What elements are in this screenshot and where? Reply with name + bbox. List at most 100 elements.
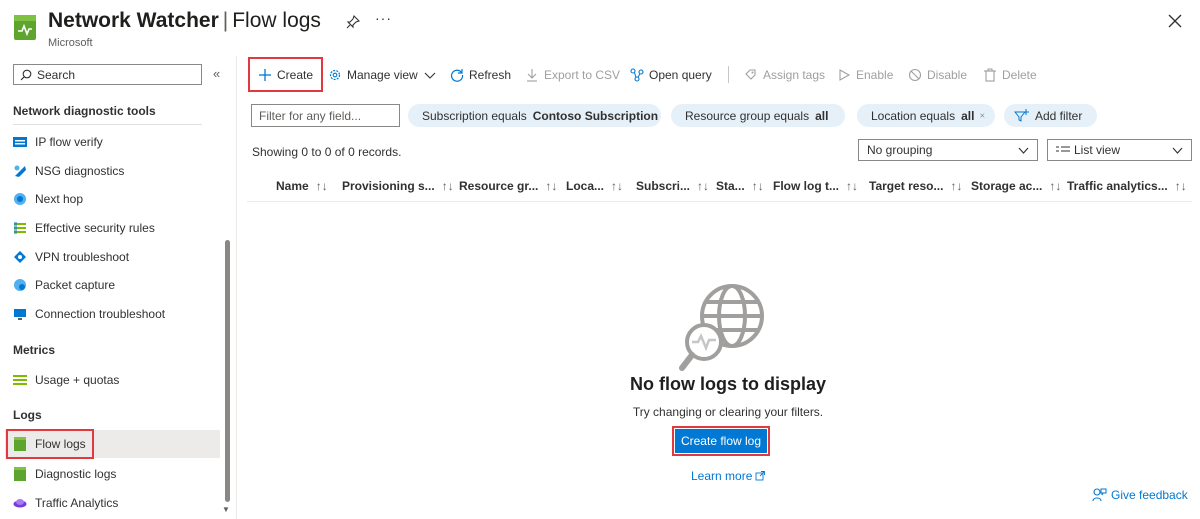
pane-divider: [236, 56, 237, 519]
refresh-icon: [450, 69, 464, 82]
chevron-down-icon: [1172, 147, 1183, 154]
remove-filter-icon[interactable]: [834, 110, 835, 121]
page-name: Flow logs: [232, 9, 321, 32]
sidebar-scrollbar[interactable]: [225, 240, 230, 502]
disable-button[interactable]: Disable: [908, 64, 967, 86]
column-location[interactable]: Loca... ↑↓: [566, 179, 623, 193]
sidebar-item-label: Effective security rules: [35, 221, 155, 235]
subscription-filter-pill[interactable]: Subscription equals Contoso Subscription: [408, 104, 661, 127]
column-label: Target reso...: [869, 179, 944, 193]
column-traffic-analytics[interactable]: Traffic analytics... ↑↓: [1067, 179, 1187, 193]
highlight-box: [672, 426, 770, 456]
view-selector: List view: [1056, 143, 1120, 157]
list-view-icon: [1056, 146, 1070, 152]
sort-icon: ↑↓: [441, 179, 454, 193]
sidebar-item-label: Diagnostic logs: [35, 467, 117, 481]
security-rules-icon: [12, 220, 28, 236]
add-filter-label: Add filter: [1035, 108, 1083, 123]
column-status[interactable]: Sta... ↑↓: [716, 179, 764, 193]
tag-icon: [745, 69, 756, 80]
refresh-button[interactable]: Refresh: [450, 64, 511, 86]
sidebar-item-vpn-troubleshoot[interactable]: VPN troubleshoot: [5, 243, 220, 271]
sort-icon: ↑↓: [846, 179, 858, 193]
sort-icon: ↑↓: [697, 179, 710, 193]
grouping-value: No grouping: [867, 143, 933, 157]
sidebar-search-input[interactable]: Search: [13, 64, 202, 85]
filter-value: all: [961, 108, 975, 123]
sort-icon: ↑↓: [545, 179, 558, 193]
sidebar-item-nsg-diagnostics[interactable]: NSG diagnostics: [5, 157, 220, 185]
sidebar-item-label: IP flow verify: [35, 135, 103, 149]
column-label: Traffic analytics...: [1067, 179, 1168, 193]
nsg-icon: [12, 163, 28, 179]
filter-value: Contoso Subscription: [532, 108, 659, 123]
title-separator: |: [222, 9, 229, 32]
add-filter-button[interactable]: Add filter: [1004, 104, 1097, 127]
column-label: Storage ac...: [971, 179, 1043, 193]
traffic-analytics-icon: [12, 495, 28, 511]
open-query-button[interactable]: Open query: [630, 64, 712, 86]
sort-icon: ↑↓: [611, 179, 624, 193]
records-count: Showing 0 to 0 of 0 records.: [252, 145, 402, 159]
sidebar-item-label: NSG diagnostics: [35, 164, 125, 178]
column-label: Resource gr...: [459, 179, 539, 193]
open-query-label: Open query: [649, 68, 712, 82]
give-feedback-link[interactable]: Give feedback: [1092, 488, 1188, 502]
sidebar-item-label: VPN troubleshoot: [35, 250, 130, 264]
location-filter-pill[interactable]: Location equals all: [857, 104, 995, 127]
more-options-icon[interactable]: ···: [375, 10, 392, 26]
remove-filter-icon[interactable]: [980, 110, 985, 121]
column-label: Flow log t...: [773, 179, 839, 193]
export-csv-label: Export to CSV: [544, 68, 621, 82]
sidebar-item-traffic-analytics[interactable]: Traffic Analytics: [5, 489, 220, 517]
play-icon: [839, 69, 851, 81]
sidebar-item-packet-capture[interactable]: Packet capture: [5, 271, 220, 299]
sidebar-item-next-hop[interactable]: Next hop: [5, 185, 220, 213]
diagnostic-logs-icon: [12, 466, 28, 482]
close-icon[interactable]: [1168, 14, 1182, 28]
monitor-icon: [12, 306, 28, 322]
manage-view-label: Manage view: [347, 68, 418, 82]
column-label: Subscri...: [636, 179, 691, 193]
gear-icon: [329, 69, 341, 81]
sidebar-item-diagnostic-logs[interactable]: Diagnostic logs: [5, 460, 220, 488]
scroll-down-icon[interactable]: ▼: [222, 505, 230, 514]
column-provisioning-state[interactable]: Provisioning s... ↑↓: [342, 179, 454, 193]
assign-tags-button[interactable]: Assign tags: [744, 64, 825, 86]
collapse-sidebar-icon[interactable]: «: [213, 66, 220, 81]
ip-flow-icon: [12, 134, 28, 150]
filter-label: Resource group equals: [685, 108, 810, 123]
pin-icon[interactable]: [345, 14, 361, 30]
sort-icon: ↑↓: [950, 179, 963, 193]
grouping-dropdown[interactable]: No grouping: [858, 139, 1038, 161]
filter-label: Subscription equals: [422, 108, 527, 123]
column-resource-group[interactable]: Resource gr... ↑↓: [459, 179, 557, 193]
delete-label: Delete: [1002, 68, 1037, 82]
column-subscription[interactable]: Subscri... ↑↓: [636, 179, 709, 193]
search-icon: [20, 69, 32, 80]
chevron-down-icon: [424, 72, 436, 79]
delete-button[interactable]: Delete: [983, 64, 1037, 86]
column-name[interactable]: Name ↑↓: [276, 179, 328, 193]
sidebar-item-effective-security-rules[interactable]: Effective security rules: [5, 214, 220, 242]
column-storage-account[interactable]: Storage ac... ↑↓: [971, 179, 1061, 193]
resource-group-filter-pill[interactable]: Resource group equals all: [671, 104, 845, 127]
column-label: Sta...: [716, 179, 745, 193]
view-dropdown[interactable]: List view: [1047, 139, 1192, 161]
add-filter-icon: [1014, 109, 1029, 122]
sidebar-item-ip-flow-verify[interactable]: IP flow verify: [5, 128, 220, 156]
section-metrics: Metrics: [13, 343, 56, 357]
section-network-diagnostic-tools: Network diagnostic tools: [13, 104, 156, 118]
learn-more-link[interactable]: Learn more: [691, 469, 766, 483]
column-flow-log-type[interactable]: Flow log t... ↑↓: [773, 179, 858, 193]
filter-input[interactable]: Filter for any field...: [251, 104, 400, 127]
sidebar-item-connection-troubleshoot[interactable]: Connection troubleshoot: [5, 300, 220, 328]
enable-button[interactable]: Enable: [837, 64, 893, 86]
export-csv-button[interactable]: Export to CSV: [525, 64, 620, 86]
column-divider: [247, 201, 1192, 202]
feedback-icon: [1092, 488, 1107, 502]
sidebar-item-label: Packet capture: [35, 278, 116, 292]
manage-view-button[interactable]: Manage view: [328, 64, 437, 86]
column-target-resource[interactable]: Target reso... ↑↓: [869, 179, 962, 193]
block-icon: [908, 68, 922, 82]
